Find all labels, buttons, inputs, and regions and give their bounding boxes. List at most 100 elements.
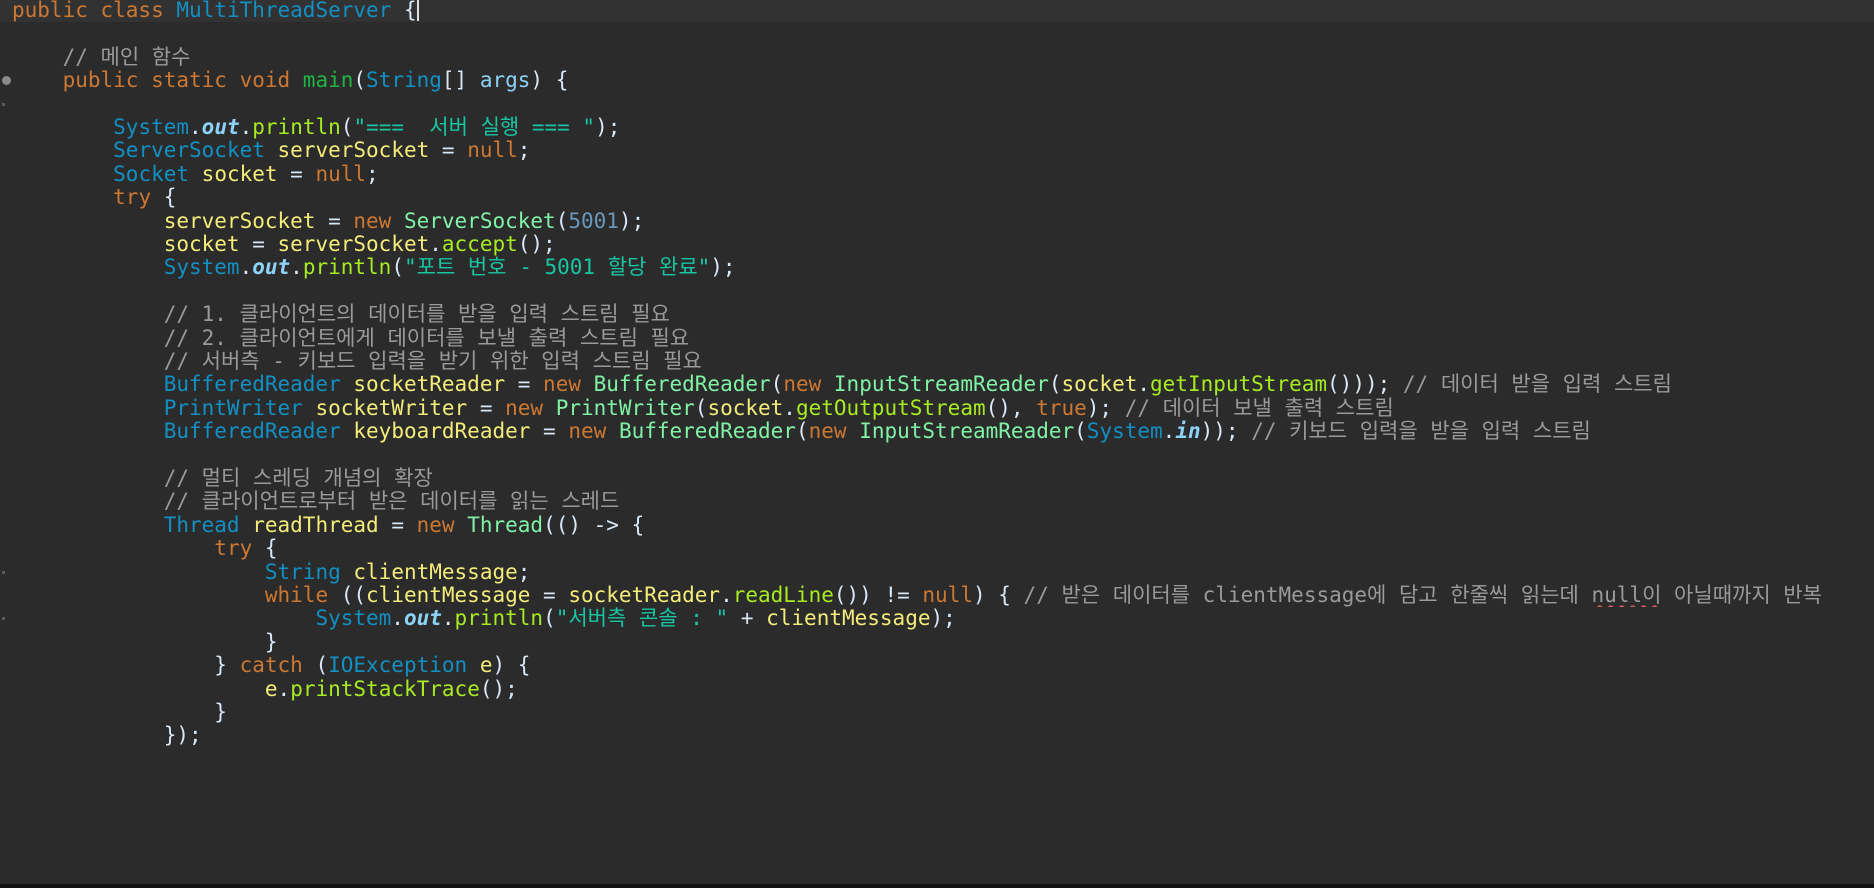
code-line[interactable] [0,444,1874,467]
code-token-static-field: out [201,116,240,139]
code-line[interactable]: // 멀티 스레딩 개념의 확장 [0,467,1874,490]
code-token-type: ServerSocket [113,139,265,163]
code-line[interactable]: e.printStackTrace(); [0,678,1874,701]
code-token-method-call: readLine [732,584,834,607]
code-token-plain: )); [1200,420,1252,444]
code-line[interactable]: try { [0,537,1874,560]
code-line[interactable]: String clientMessage; [0,561,1874,584]
code-token-method-call: println [454,607,544,631]
code-token-plain: (); [517,233,556,256]
code-token-plain: ); [618,209,645,233]
code-line[interactable]: // 서버측 - 키보드 입력을 받기 위한 입력 스트림 필요 [0,350,1874,373]
code-token-plain: . [783,396,796,420]
code-line[interactable]: System.out.println("포트 번호 - 5001 할당 완료")… [0,256,1874,279]
code-token-plain: = [530,420,569,444]
gutter-marker-icon [2,570,5,574]
code-token-plain: . [189,116,202,139]
code-line[interactable]: System.out.println("=== 서버 실행 === "); [0,116,1874,139]
code-token-keyword: new [543,373,581,397]
code-line[interactable]: public static void main(String[] args) { [0,69,1874,92]
code-line[interactable] [0,22,1874,45]
code-line-text: try { [12,186,176,209]
code-line-text: } [12,631,278,654]
code-line[interactable]: BufferedReader keyboardReader = new Buff… [0,420,1874,443]
code-token-plain: ); [930,607,956,631]
code-token-type: Socket [113,162,190,186]
code-line-text: // 멀티 스레딩 개념의 확장 [12,467,433,490]
code-line-text: Socket socket = null; [12,163,379,186]
code-token-comment: // 클라이언트로부터 받은 데이터를 읽는 스레드 [163,490,620,514]
code-token-class-name: InputStreamReader [833,373,1049,397]
code-token-keyword: new [353,209,392,233]
code-token-keyword: try [214,537,253,561]
code-token-comment: // 받은 데이터를 clientMessage에 담고 한줄씩 읽는데 [1023,584,1592,607]
code-line[interactable] [0,280,1874,303]
code-token-variable: keyboardReader [353,420,531,444]
code-line[interactable]: serverSocket = new ServerSocket(5001); [0,210,1874,233]
code-token-variable: clientMessage [366,584,531,607]
code-line-text: } [12,701,227,724]
code-line[interactable]: // 2. 클라이언트에게 데이터를 보낼 출력 스트림 필요 [0,327,1874,350]
code-token-method-call: accept [441,233,518,256]
code-token-comment: // 데이터 받을 입력 스트림 [1402,373,1672,397]
code-token-plain: ( [543,607,556,631]
code-token-method-decl: main [302,69,354,93]
code-line[interactable]: } [0,701,1874,724]
code-line[interactable]: System.out.println("서버측 콘솔 : " + clientM… [0,607,1874,630]
code-line-text: String clientMessage; [12,561,531,584]
code-token-comment: // 키보드 입력을 받을 입력 스트림 [1251,420,1591,444]
code-line[interactable]: // 메인 함수 [0,46,1874,69]
code-token-plain: = [530,584,569,607]
code-token-static-field: out [403,607,442,631]
code-token-variable: serverSocket [277,139,430,163]
code-token-comment: // 서버측 - 키보드 입력을 받기 위한 입력 스트림 필요 [163,350,702,373]
code-line[interactable]: } catch (IOException e) { [0,654,1874,677]
code-line[interactable]: PrintWriter socketWriter = new PrintWrit… [0,397,1874,420]
code-token-keyword: public class [12,0,177,22]
code-line[interactable]: try { [0,186,1874,209]
code-token-variable: socketReader [353,373,506,397]
code-token-plain: ()) != [833,584,923,607]
code-token-plain: ); [710,256,736,280]
code-line-text: serverSocket = new ServerSocket(5001); [12,209,645,233]
code-token-string: "서버측 콘솔 : " [555,607,729,631]
code-line[interactable]: Socket socket = null; [0,163,1874,186]
code-token-plain: . [720,584,733,607]
code-line[interactable]: socket = serverSocket.accept(); [0,233,1874,256]
code-token-plain: } [12,701,227,724]
code-line-text: socket = serverSocket.accept(); [12,233,556,256]
code-line[interactable]: public class MultiThreadServer { [0,0,1874,23]
code-line[interactable]: while ((clientMessage = socketReader.rea… [0,584,1874,607]
code-line[interactable] [0,93,1874,116]
code-line[interactable]: // 1. 클라이언트의 데이터를 받을 입력 스트림 필요 [0,303,1874,326]
code-line-text: BufferedReader socketReader = new Buffer… [12,373,1672,396]
code-token-plain: ); [595,116,621,139]
code-token-plain: (() -> { [543,513,645,537]
code-token-plain: { [151,186,177,210]
code-token-variable: socket [163,233,240,256]
code-line[interactable]: }); [0,724,1874,747]
code-line[interactable]: BufferedReader socketReader = new Buffer… [0,373,1874,396]
code-token-plain: [] [441,69,480,93]
code-token-keyword: null [467,139,518,163]
code-line[interactable]: } [0,631,1874,654]
code-line[interactable]: ServerSocket serverSocket = null; [0,139,1874,162]
code-line[interactable]: Thread readThread = new Thread(() -> { [0,514,1874,537]
code-line-text: ServerSocket serverSocket = null; [12,139,530,162]
code-token-plain: ( [795,420,809,444]
code-editor[interactable]: public class MultiThreadServer { // 메인 함… [0,0,1874,888]
code-line[interactable]: // 클라이언트로부터 받은 데이터를 읽는 스레드 [0,490,1874,513]
